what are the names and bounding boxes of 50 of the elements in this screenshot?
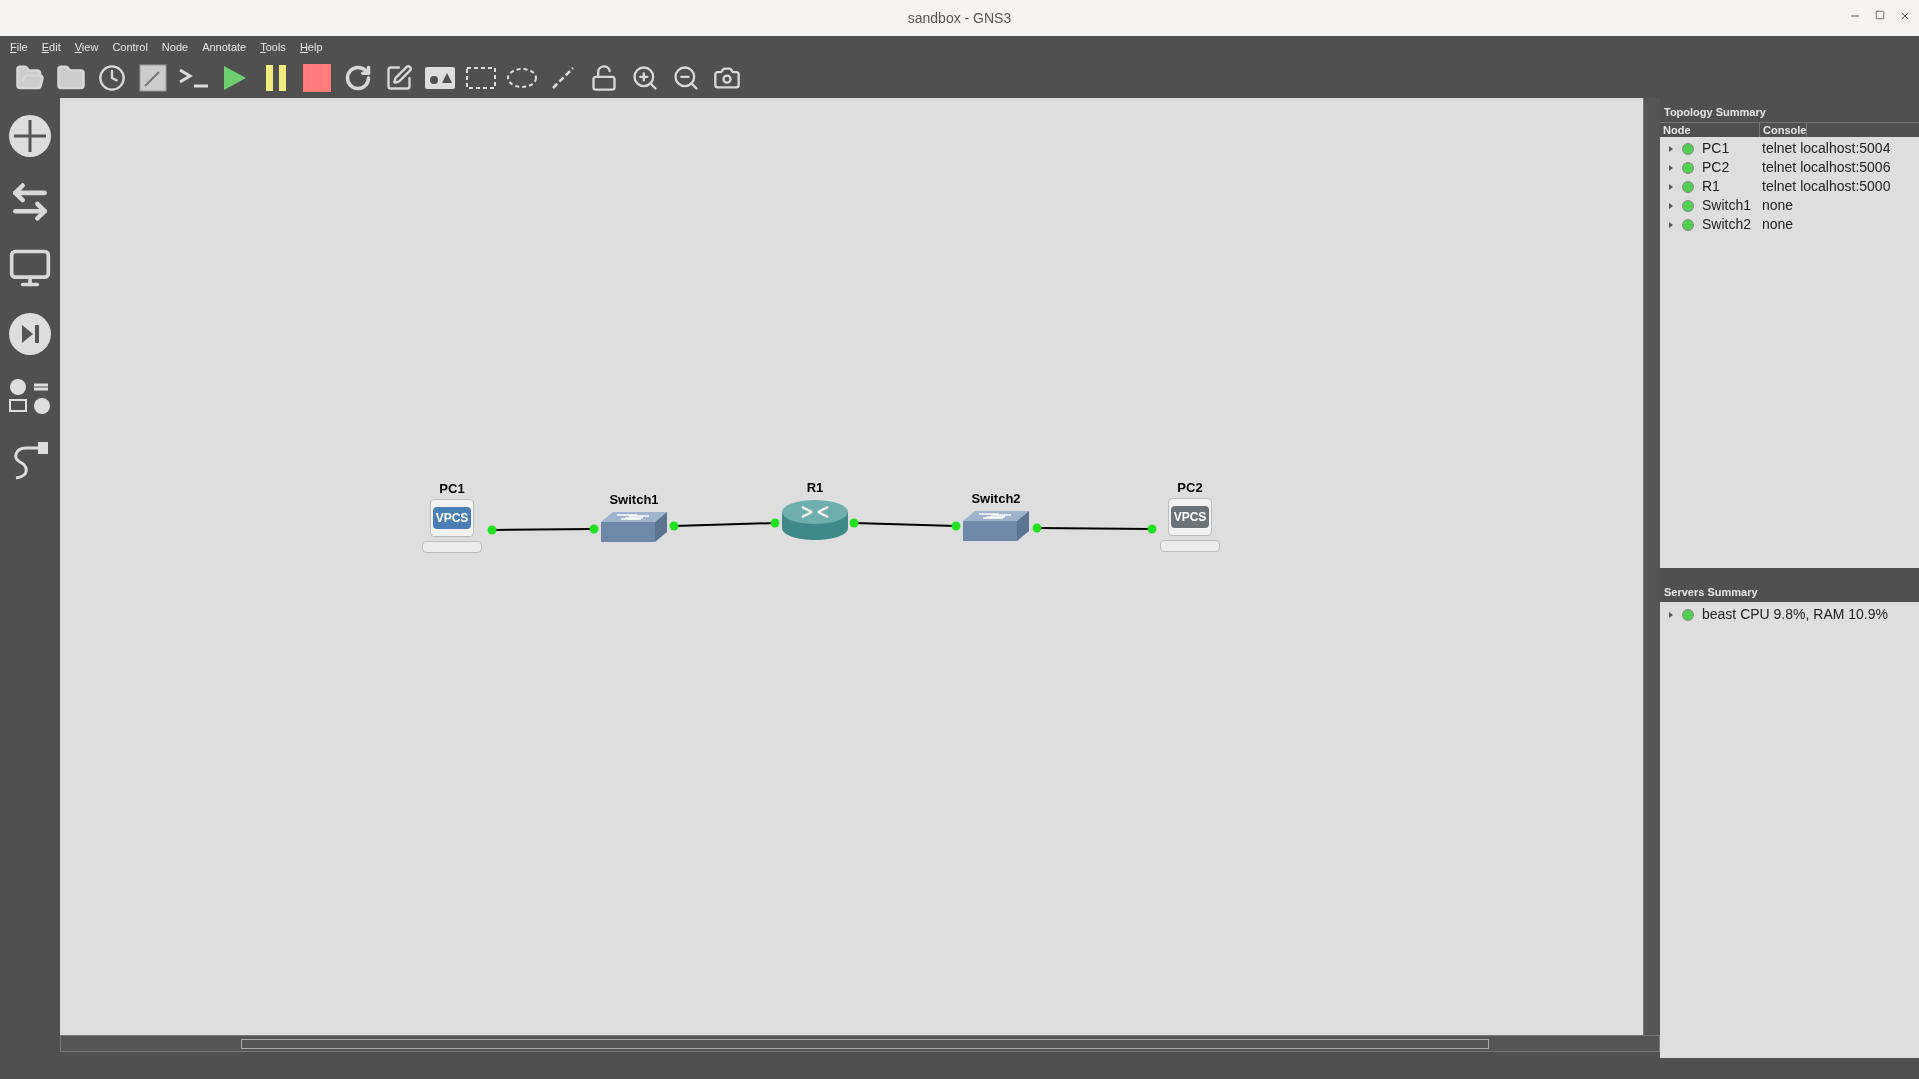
- vpcs-label: VPCS: [1170, 506, 1210, 528]
- server-status[interactable]: beast CPU 9.8%, RAM 10.9%: [1702, 604, 1888, 625]
- link-line[interactable]: [849, 518, 961, 531]
- horizontal-scrollbar[interactable]: [60, 1035, 1660, 1052]
- expander-icon[interactable]: [1668, 220, 1674, 229]
- window-title: sandbox - GNS3: [907, 8, 1012, 28]
- expander-icon[interactable]: [1668, 201, 1674, 210]
- panel-title: Topology Summary: [1664, 104, 1766, 120]
- node-label: PC2: [1177, 480, 1203, 496]
- node-name[interactable]: Switch1: [1702, 195, 1762, 216]
- maximize-icon[interactable]: [1875, 10, 1885, 20]
- node-label: Switch2: [971, 491, 1021, 507]
- menu-item[interactable]: Help: [299, 38, 323, 56]
- menu-item[interactable]: Node: [161, 38, 189, 56]
- console-address: telnet localhost:5006: [1762, 158, 1891, 177]
- play-skip-icon[interactable]: [8, 312, 52, 356]
- node-name[interactable]: PC2: [1702, 157, 1762, 178]
- node-label: R1: [806, 480, 824, 496]
- menu-item[interactable]: Edit: [41, 38, 61, 56]
- column-header[interactable]: Node: [1660, 123, 1760, 137]
- expander-icon[interactable]: [1668, 163, 1674, 172]
- console-address: telnet localhost:5004: [1762, 139, 1891, 158]
- router-icon[interactable]: [780, 498, 850, 542]
- expander-icon[interactable]: [1668, 144, 1674, 153]
- node-name[interactable]: Switch2: [1702, 214, 1762, 235]
- topology-canvas[interactable]: PC1 VPCS Switch1 R1 Switch2 PC2 VPCS: [60, 98, 1643, 1035]
- panel-title: Servers Summary: [1664, 584, 1758, 600]
- column-header[interactable]: Console: [1760, 123, 1808, 137]
- close-icon[interactable]: [1899, 10, 1911, 22]
- vpcs-label: VPCS: [432, 507, 472, 529]
- menu-item[interactable]: Tools: [260, 38, 286, 56]
- console-address: telnet localhost:5000: [1762, 177, 1891, 196]
- console-address: none: [1762, 196, 1794, 215]
- switch-icon[interactable]: [961, 509, 1031, 543]
- link-line[interactable]: [1032, 523, 1157, 534]
- expander-icon[interactable]: [1668, 610, 1674, 619]
- console-address: none: [1762, 215, 1794, 234]
- expander-icon[interactable]: [1668, 182, 1674, 191]
- node-name[interactable]: R1: [1702, 176, 1762, 197]
- menu-item[interactable]: Control: [112, 38, 148, 56]
- link-line[interactable]: [669, 518, 780, 531]
- node-label: Switch1: [609, 492, 659, 508]
- menu-item[interactable]: Annotate: [202, 38, 247, 56]
- node-name[interactable]: PC1: [1702, 138, 1762, 159]
- switch-icon[interactable]: [599, 510, 669, 544]
- menu-item[interactable]: View: [74, 38, 99, 56]
- menu-item[interactable]: File: [10, 38, 28, 56]
- vertical-scrollbar[interactable]: [1643, 98, 1660, 1035]
- link-line[interactable]: [487, 524, 599, 535]
- node-label: PC1: [439, 481, 465, 497]
